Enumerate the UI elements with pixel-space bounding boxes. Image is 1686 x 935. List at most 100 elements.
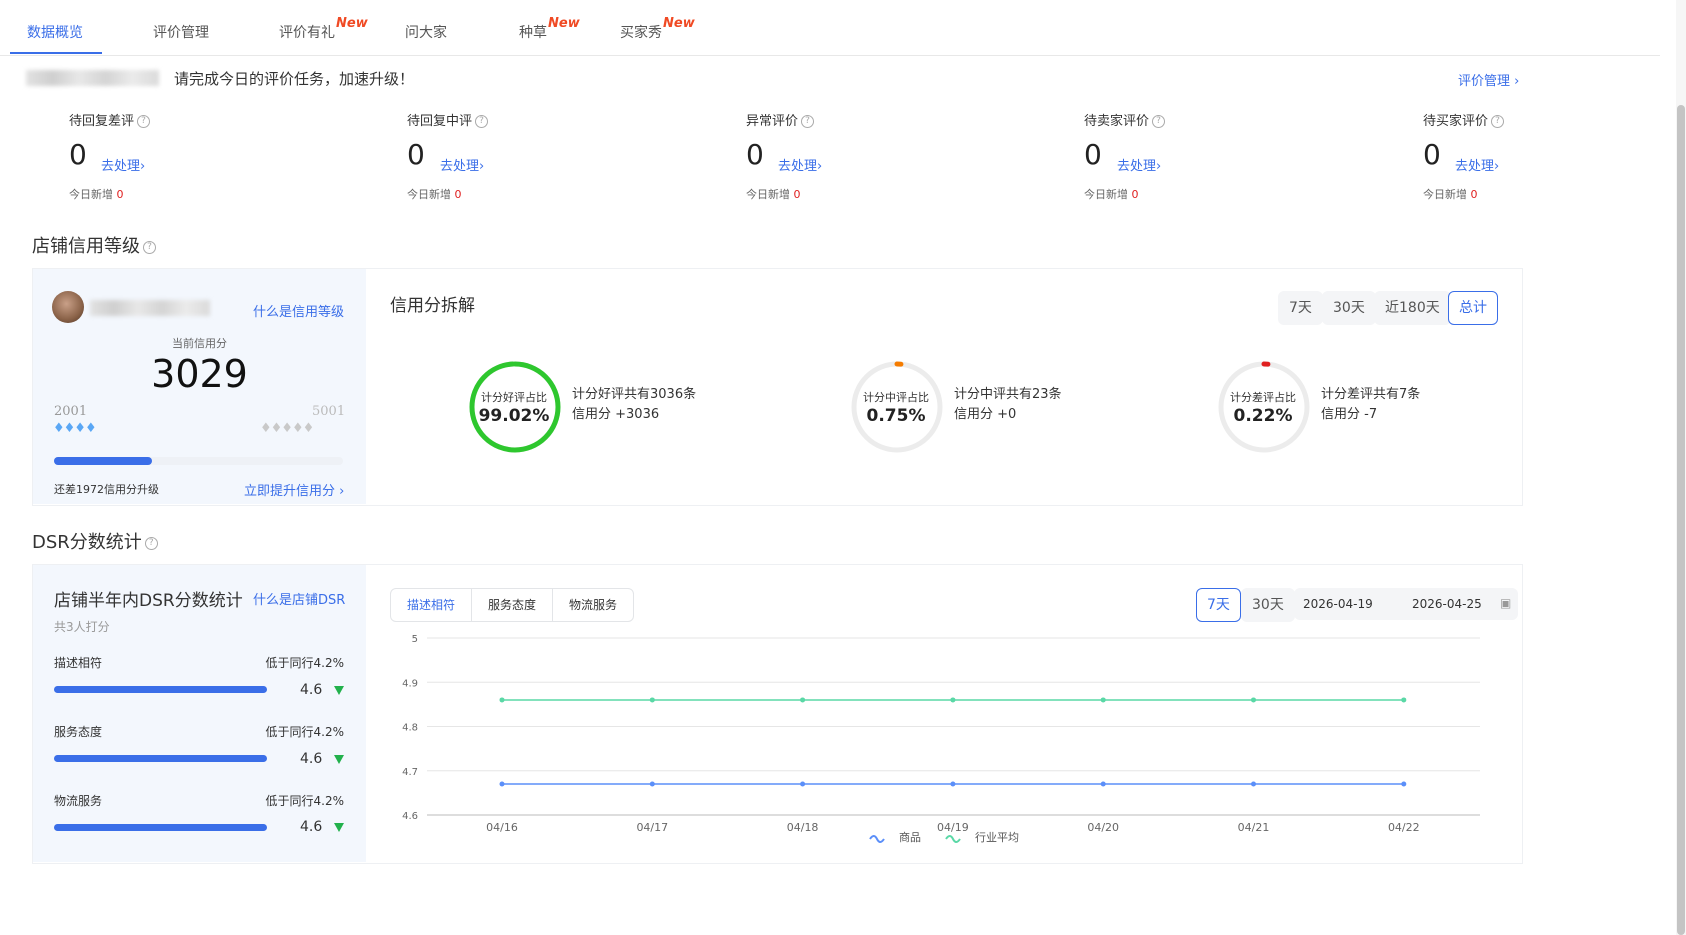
stat-value: 0: [407, 138, 425, 171]
data-point: [1251, 781, 1256, 787]
tab-description[interactable]: 描述相符: [391, 589, 473, 621]
data-point: [1401, 781, 1407, 787]
scrollbar-thumb[interactable]: [1677, 105, 1685, 935]
data-point: [1100, 697, 1106, 703]
down-arrow-icon: [334, 823, 344, 832]
tab-seeding[interactable]: 种草 New: [519, 16, 580, 42]
stat-value: 0: [1084, 138, 1102, 171]
help-icon[interactable]: ?: [143, 240, 156, 254]
range-180d[interactable]: 近180天: [1374, 291, 1451, 325]
what-is-dsr-link[interactable]: 什么是店铺DSR: [253, 589, 345, 608]
data-point: [800, 697, 806, 703]
dsr-range-7d[interactable]: 7天: [1196, 588, 1241, 622]
data-point: [649, 781, 655, 787]
tab-ask-everyone[interactable]: 问大家: [405, 22, 447, 42]
dsr-item-compare: 低于同行4.2%: [265, 794, 345, 808]
calendar-icon[interactable]: ▣: [1500, 596, 1511, 610]
down-arrow-icon: [334, 755, 344, 764]
what-is-credit-link[interactable]: 什么是信用等级: [253, 301, 344, 320]
new-badge: New: [336, 16, 368, 31]
breakdown-title: 信用分拆解: [390, 296, 475, 316]
dsr-item-score: 4.6: [300, 751, 323, 767]
legend-icon: [869, 835, 885, 843]
raters-count: 共3人打分: [54, 620, 110, 634]
today-new: 今日新增 0: [1423, 188, 1478, 201]
ring-label: 计分中评占比: [863, 391, 929, 404]
ring-label: 计分好评占比: [481, 391, 547, 404]
dsr-item-name: 描述相符: [54, 656, 103, 670]
new-badge: New: [548, 16, 580, 31]
shop-name-redacted: [90, 300, 210, 316]
process-link[interactable]: 去处理›: [101, 155, 145, 174]
credit-score: 3029: [151, 352, 248, 396]
today-new: 今日新增 0: [407, 188, 462, 201]
help-icon[interactable]: ?: [1491, 115, 1505, 128]
tab-review-management[interactable]: 评价管理: [153, 22, 209, 42]
tab-bar: 数据概览 评价管理 评价有礼 New 问大家 种草 New 买家秀 New: [0, 0, 1660, 56]
dsr-range-30d[interactable]: 30天: [1241, 588, 1295, 622]
scrollbar-track[interactable]: [1676, 0, 1686, 935]
tab-service[interactable]: 服务态度: [472, 589, 554, 621]
y-tick-label: 4.6: [402, 811, 418, 822]
dsr-metric-tabs: 描述相符 服务态度 物流服务: [390, 588, 635, 622]
upgrade-credit-link[interactable]: 立即提升信用分 ›: [244, 480, 344, 499]
help-icon[interactable]: ?: [137, 115, 151, 128]
level-min: 2001: [54, 404, 88, 419]
stat-label: 待买家评价?: [1423, 110, 1505, 129]
help-icon[interactable]: ?: [475, 115, 489, 128]
stat-value: 0: [746, 138, 764, 171]
dsr-item-name: 服务态度: [54, 725, 103, 739]
tab-buyer-show[interactable]: 买家秀 New: [620, 16, 695, 42]
avatar: [52, 291, 84, 323]
x-tick-label: 04/22: [1388, 821, 1420, 834]
shop-name-redacted: [26, 70, 159, 86]
stat-value: 0: [1423, 138, 1441, 171]
remain-text: 还差1972信用分升级: [54, 483, 159, 496]
tab-data-overview[interactable]: 数据概览: [27, 22, 83, 42]
tab-logistics[interactable]: 物流服务: [553, 589, 633, 621]
stat-label: 待卖家评价?: [1084, 110, 1166, 129]
diamond-icons-next: ♦♦♦♦♦: [260, 421, 314, 436]
data-point: [950, 781, 956, 787]
diamond-icons-current: ♦♦♦♦: [53, 421, 97, 436]
current-credit-label: 当前信用分: [172, 337, 227, 350]
date-end[interactable]: 2026-04-25: [1412, 597, 1482, 611]
ring-value: 99.02%: [478, 406, 550, 426]
x-tick-label: 04/17: [636, 821, 668, 834]
dsr-item-compare: 低于同行4.2%: [265, 725, 345, 739]
data-point: [800, 781, 806, 787]
data-point: [499, 697, 505, 703]
help-icon[interactable]: ?: [1152, 115, 1166, 128]
process-link[interactable]: 去处理›: [778, 155, 822, 174]
tab-review-gift[interactable]: 评价有礼 New: [279, 16, 368, 42]
range-7d[interactable]: 7天: [1278, 291, 1323, 325]
active-tab-indicator: [10, 52, 102, 54]
review-management-link[interactable]: 评价管理 ›: [1458, 70, 1519, 89]
credit-progress-fill: [54, 457, 153, 465]
help-icon[interactable]: ?: [144, 536, 158, 550]
x-tick-label: 04/16: [486, 821, 518, 834]
process-link[interactable]: 去处理›: [440, 155, 484, 174]
help-icon[interactable]: ?: [801, 115, 815, 128]
y-tick-label: 4.8: [402, 723, 418, 734]
range-30d[interactable]: 30天: [1322, 291, 1376, 325]
process-link[interactable]: 去处理›: [1455, 155, 1499, 174]
process-link[interactable]: 去处理›: [1117, 155, 1161, 174]
data-point: [950, 697, 956, 703]
dsr-panel-title: 店铺半年内DSR分数统计: [54, 591, 243, 611]
data-point: [499, 781, 505, 787]
x-tick-label: 04/20: [1087, 821, 1119, 834]
range-total[interactable]: 总计: [1448, 291, 1498, 325]
legend-icon: [945, 835, 961, 843]
credit-progress-track: [54, 457, 343, 465]
y-tick-label: 4.7: [402, 767, 418, 778]
new-badge: New: [663, 16, 695, 31]
data-point: [1401, 697, 1407, 703]
legend-label: 商品: [899, 830, 921, 844]
date-range-picker[interactable]: 2026-04-19 2026-04-25 ▣: [1294, 588, 1518, 620]
legend-label: 行业平均: [975, 831, 1019, 844]
ring-desc: 计分中评共有23条 信用分 +0: [954, 387, 1062, 422]
data-point: [1100, 781, 1106, 787]
down-arrow-icon: [334, 686, 344, 695]
date-start[interactable]: 2026-04-19: [1303, 597, 1373, 611]
